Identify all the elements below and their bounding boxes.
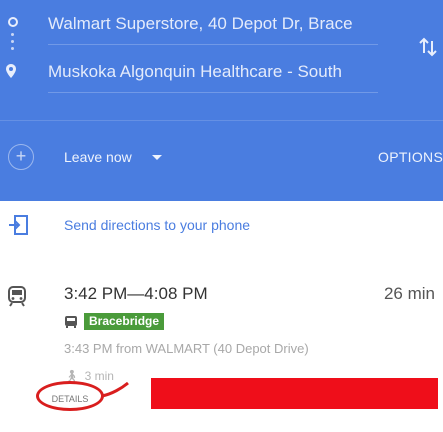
destination-input[interactable]: Muskoka Algonquin Healthcare - South <box>48 52 378 93</box>
departure-info: 3:43 PM from WALMART (40 Depot Drive) <box>64 341 309 356</box>
send-to-device-icon <box>9 215 28 235</box>
send-directions-link[interactable]: Send directions to your phone <box>64 217 250 233</box>
directions-header: Walmart Superstore, 40 Depot Dr, Brace M… <box>0 0 443 201</box>
header-divider <box>0 120 443 121</box>
route-dot <box>11 47 14 50</box>
origin-input[interactable]: Walmart Superstore, 40 Depot Dr, Brace <box>48 4 378 45</box>
leave-now-dropdown[interactable]: Leave now <box>64 146 132 168</box>
options-button[interactable]: OPTIONS <box>378 149 443 165</box>
redaction-bar <box>151 378 438 409</box>
train-icon <box>8 286 26 307</box>
details-button[interactable]: DETAILS <box>36 381 104 411</box>
route-dot <box>11 33 14 36</box>
destination-pin-icon <box>6 64 16 78</box>
add-destination-button[interactable]: + <box>8 144 34 170</box>
annotation-arrow <box>101 381 129 398</box>
bus-icon <box>65 316 77 328</box>
send-to-phone-row[interactable]: Send directions to your phone <box>0 208 443 244</box>
swap-directions-icon[interactable] <box>418 35 438 59</box>
route-dot <box>11 40 14 43</box>
chevron-down-icon[interactable] <box>152 155 162 160</box>
route-badge: Bracebridge <box>84 313 165 330</box>
origin-circle-icon <box>8 17 18 27</box>
trip-duration: 26 min <box>383 284 435 303</box>
trip-time-range: 3:42 PM—4:08 PM <box>64 284 208 303</box>
